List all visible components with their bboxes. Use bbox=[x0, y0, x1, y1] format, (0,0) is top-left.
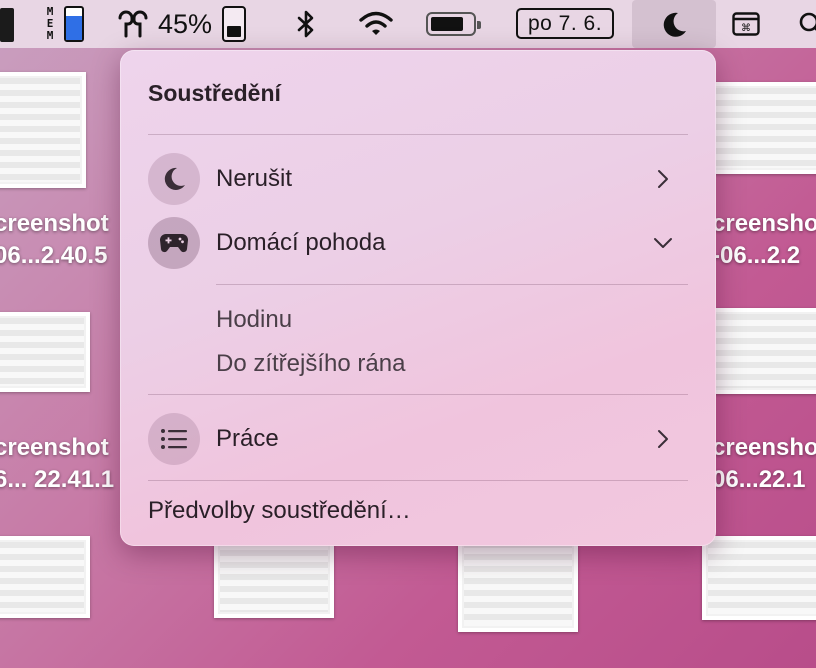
memory-label: M E M bbox=[44, 6, 56, 42]
popover-title: Soustředění bbox=[148, 80, 281, 106]
battery-nub bbox=[477, 21, 481, 29]
desktop-file-thumbnail[interactable] bbox=[0, 536, 90, 618]
focus-menu-icon-wrap bbox=[632, 0, 716, 48]
battery-status-icon[interactable] bbox=[426, 12, 481, 36]
divider bbox=[148, 480, 688, 481]
battery-fill bbox=[431, 17, 463, 31]
divider bbox=[148, 134, 688, 135]
chevron-right-icon[interactable] bbox=[652, 168, 674, 190]
desktop-file-label[interactable]: creensho bbox=[712, 434, 816, 462]
desktop-file-label[interactable]: creenshot bbox=[0, 434, 109, 462]
moon-icon bbox=[663, 12, 686, 37]
desktop-file-thumbnail[interactable] bbox=[458, 536, 578, 632]
focus-item-home-relax[interactable]: Domácí pohoda bbox=[148, 216, 688, 270]
desktop-file-label[interactable]: creensho bbox=[712, 210, 816, 238]
wifi-icon bbox=[359, 11, 393, 35]
bluetooth-menu[interactable] bbox=[290, 0, 322, 48]
desktop-file-thumbnail[interactable] bbox=[702, 536, 816, 620]
cpu-meter[interactable] bbox=[0, 8, 14, 42]
desktop-file-label[interactable]: 06...2.40.5 bbox=[0, 242, 107, 270]
memory-gauge-fill bbox=[66, 16, 82, 40]
airpods-case-battery-icon[interactable] bbox=[222, 6, 246, 42]
duration-option-until-morning[interactable]: Do zítřejšího rána bbox=[216, 350, 405, 378]
desktop-file-thumbnail[interactable] bbox=[0, 312, 90, 392]
wifi-menu[interactable] bbox=[356, 0, 396, 48]
list-icon bbox=[161, 429, 187, 449]
keyboard-shortcut-icon: ⌘ bbox=[732, 12, 760, 36]
airpods-battery[interactable]: 45% bbox=[116, 0, 212, 48]
focus-item-label: Nerušit bbox=[216, 165, 293, 192]
gamepad-icon-circle bbox=[148, 217, 200, 269]
battery-percent: 45% bbox=[158, 8, 213, 39]
desktop-file-thumbnail[interactable] bbox=[0, 72, 86, 188]
svg-text:⌘: ⌘ bbox=[741, 23, 751, 34]
do-not-disturb-icon-circle bbox=[148, 153, 200, 205]
search-icon bbox=[799, 12, 816, 32]
list-icon-circle bbox=[148, 413, 200, 465]
focus-item-label: Domácí pohoda bbox=[216, 229, 386, 256]
airpods-icon bbox=[118, 10, 148, 38]
memory-letter: M bbox=[46, 29, 54, 42]
bluetooth-icon bbox=[297, 10, 314, 38]
menu-bar-date[interactable]: po 7. 6. bbox=[516, 8, 614, 39]
focus-popover: Soustředění Nerušit Domácí pohoda Hodinu… bbox=[120, 50, 716, 546]
focus-preferences-link[interactable]: Předvolby soustředění… bbox=[148, 497, 411, 525]
focus-item-label: Práce bbox=[216, 425, 279, 452]
moon-icon bbox=[164, 167, 185, 190]
focus-item-do-not-disturb[interactable]: Nerušit bbox=[148, 152, 688, 206]
duration-option-hour[interactable]: Hodinu bbox=[216, 306, 292, 334]
menu-bar: M E M 45% po 7. 6. ⌘ bbox=[0, 0, 816, 48]
divider bbox=[216, 284, 688, 285]
desktop-file-label[interactable]: creenshot bbox=[0, 210, 109, 238]
battery-fill bbox=[227, 25, 241, 37]
desktop-file-label[interactable]: -06...2.2 bbox=[712, 242, 800, 270]
control-center-menu[interactable]: ⌘ bbox=[730, 0, 762, 48]
desktop-file-label[interactable]: 06...22.1 bbox=[712, 466, 805, 494]
spotlight-menu[interactable] bbox=[796, 0, 816, 48]
memory-gauge[interactable] bbox=[64, 6, 84, 42]
divider bbox=[148, 394, 688, 395]
chevron-right-icon[interactable] bbox=[652, 428, 674, 450]
desktop-file-thumbnail[interactable] bbox=[702, 82, 816, 174]
gamepad-icon bbox=[160, 234, 188, 253]
chevron-down-icon[interactable] bbox=[652, 232, 674, 254]
desktop-file-label[interactable]: 6... 22.41.1 bbox=[0, 466, 114, 494]
desktop-file-thumbnail[interactable] bbox=[702, 308, 816, 394]
focus-item-work[interactable]: Práce bbox=[148, 412, 688, 466]
